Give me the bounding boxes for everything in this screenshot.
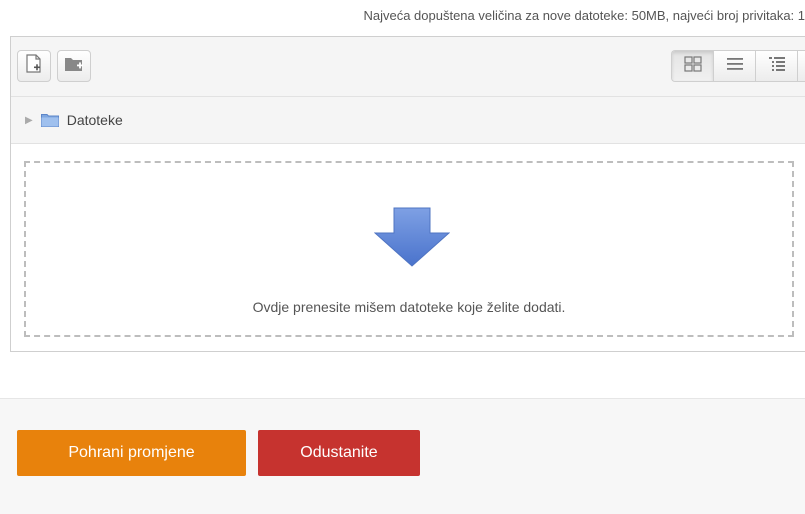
- form-footer: Pohrani promjene Odustanite: [0, 398, 805, 514]
- drop-zone[interactable]: Ovdje prenesite mišem datoteke koje želi…: [24, 161, 794, 337]
- create-folder-button[interactable]: [57, 50, 91, 82]
- folder-icon: [40, 113, 59, 127]
- view-switcher: [671, 50, 805, 82]
- path-bar: ▶ Datoteke: [11, 97, 805, 144]
- tree-view-button[interactable]: [756, 51, 798, 81]
- folder-label[interactable]: Datoteke: [67, 112, 123, 128]
- tree-icon: [768, 56, 786, 77]
- max-size-info: Najveća dopuštena veličina za nove datot…: [363, 8, 805, 23]
- grid-icon: [683, 55, 702, 77]
- save-changes-button[interactable]: Pohrani promjene: [17, 430, 246, 476]
- add-file-button[interactable]: [17, 50, 51, 82]
- list-view-button[interactable]: [714, 51, 756, 81]
- drop-arrow-icon: [373, 207, 451, 272]
- drop-message: Ovdje prenesite mišem datoteke koje želi…: [252, 299, 566, 315]
- file-picker: ▶ Datoteke Ovdje prenesite mišem datotek…: [10, 36, 805, 352]
- create-folder-icon: [64, 56, 84, 77]
- expand-triangle-icon[interactable]: ▶: [25, 115, 33, 126]
- filepicker-toolbar: [11, 37, 805, 97]
- icons-view-button[interactable]: [672, 51, 714, 81]
- cancel-button[interactable]: Odustanite: [258, 430, 420, 476]
- list-icon: [726, 56, 744, 77]
- add-file-icon: [25, 53, 43, 79]
